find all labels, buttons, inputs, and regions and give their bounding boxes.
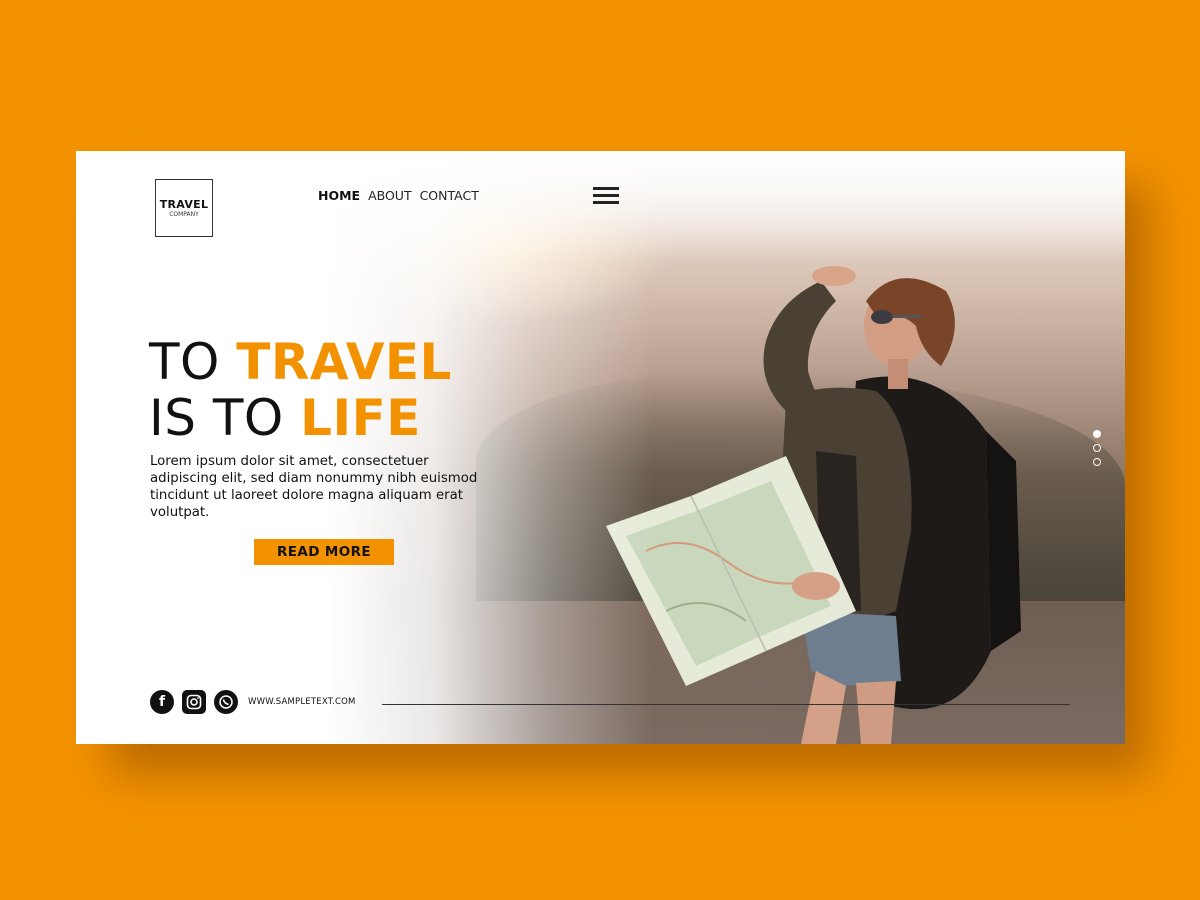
whatsapp-icon[interactable] bbox=[214, 690, 238, 714]
slider-dot-2[interactable] bbox=[1093, 444, 1101, 452]
headline-line-2: IS TO LIFE bbox=[149, 390, 452, 446]
hero-body-text: Lorem ipsum dolor sit amet, consectetuer… bbox=[150, 454, 478, 520]
read-more-button[interactable]: READ MORE bbox=[254, 539, 394, 565]
landing-card: TRAVEL COMPANY HOME ABOUT CONTACT TO TRA… bbox=[76, 151, 1125, 744]
facebook-icon[interactable]: f bbox=[150, 690, 174, 714]
top-gradient-overlay bbox=[76, 151, 1125, 261]
slider-dot-1[interactable] bbox=[1093, 430, 1101, 438]
slider-dots bbox=[1093, 430, 1105, 472]
social-links: f WWW.SAMPLETEXT.COM bbox=[150, 690, 356, 714]
main-nav: HOME ABOUT CONTACT bbox=[318, 188, 483, 203]
nav-item-home[interactable]: HOME bbox=[318, 188, 360, 203]
slider-dot-3[interactable] bbox=[1093, 458, 1101, 466]
nav-item-about[interactable]: ABOUT bbox=[368, 188, 412, 203]
hamburger-menu-icon[interactable] bbox=[593, 187, 619, 205]
headline-line-1-accent: TRAVEL bbox=[236, 333, 452, 391]
footer-divider bbox=[382, 704, 1070, 705]
headline-line-2-accent: LIFE bbox=[300, 389, 421, 447]
headline-line-2-prefix: IS TO bbox=[149, 389, 301, 447]
hero-headline: TO TRAVEL IS TO LIFE bbox=[149, 334, 452, 446]
brand-title: TRAVEL bbox=[159, 198, 209, 211]
headline-line-1: TO TRAVEL bbox=[149, 334, 452, 390]
nav-item-contact[interactable]: CONTACT bbox=[420, 188, 479, 203]
brand-subtitle: COMPANY bbox=[169, 211, 199, 218]
website-url[interactable]: WWW.SAMPLETEXT.COM bbox=[248, 697, 356, 707]
page-background: TRAVEL COMPANY HOME ABOUT CONTACT TO TRA… bbox=[0, 0, 1200, 900]
brand-logo[interactable]: TRAVEL COMPANY bbox=[155, 179, 213, 237]
instagram-icon[interactable] bbox=[182, 690, 206, 714]
headline-line-1-prefix: TO bbox=[149, 333, 237, 391]
